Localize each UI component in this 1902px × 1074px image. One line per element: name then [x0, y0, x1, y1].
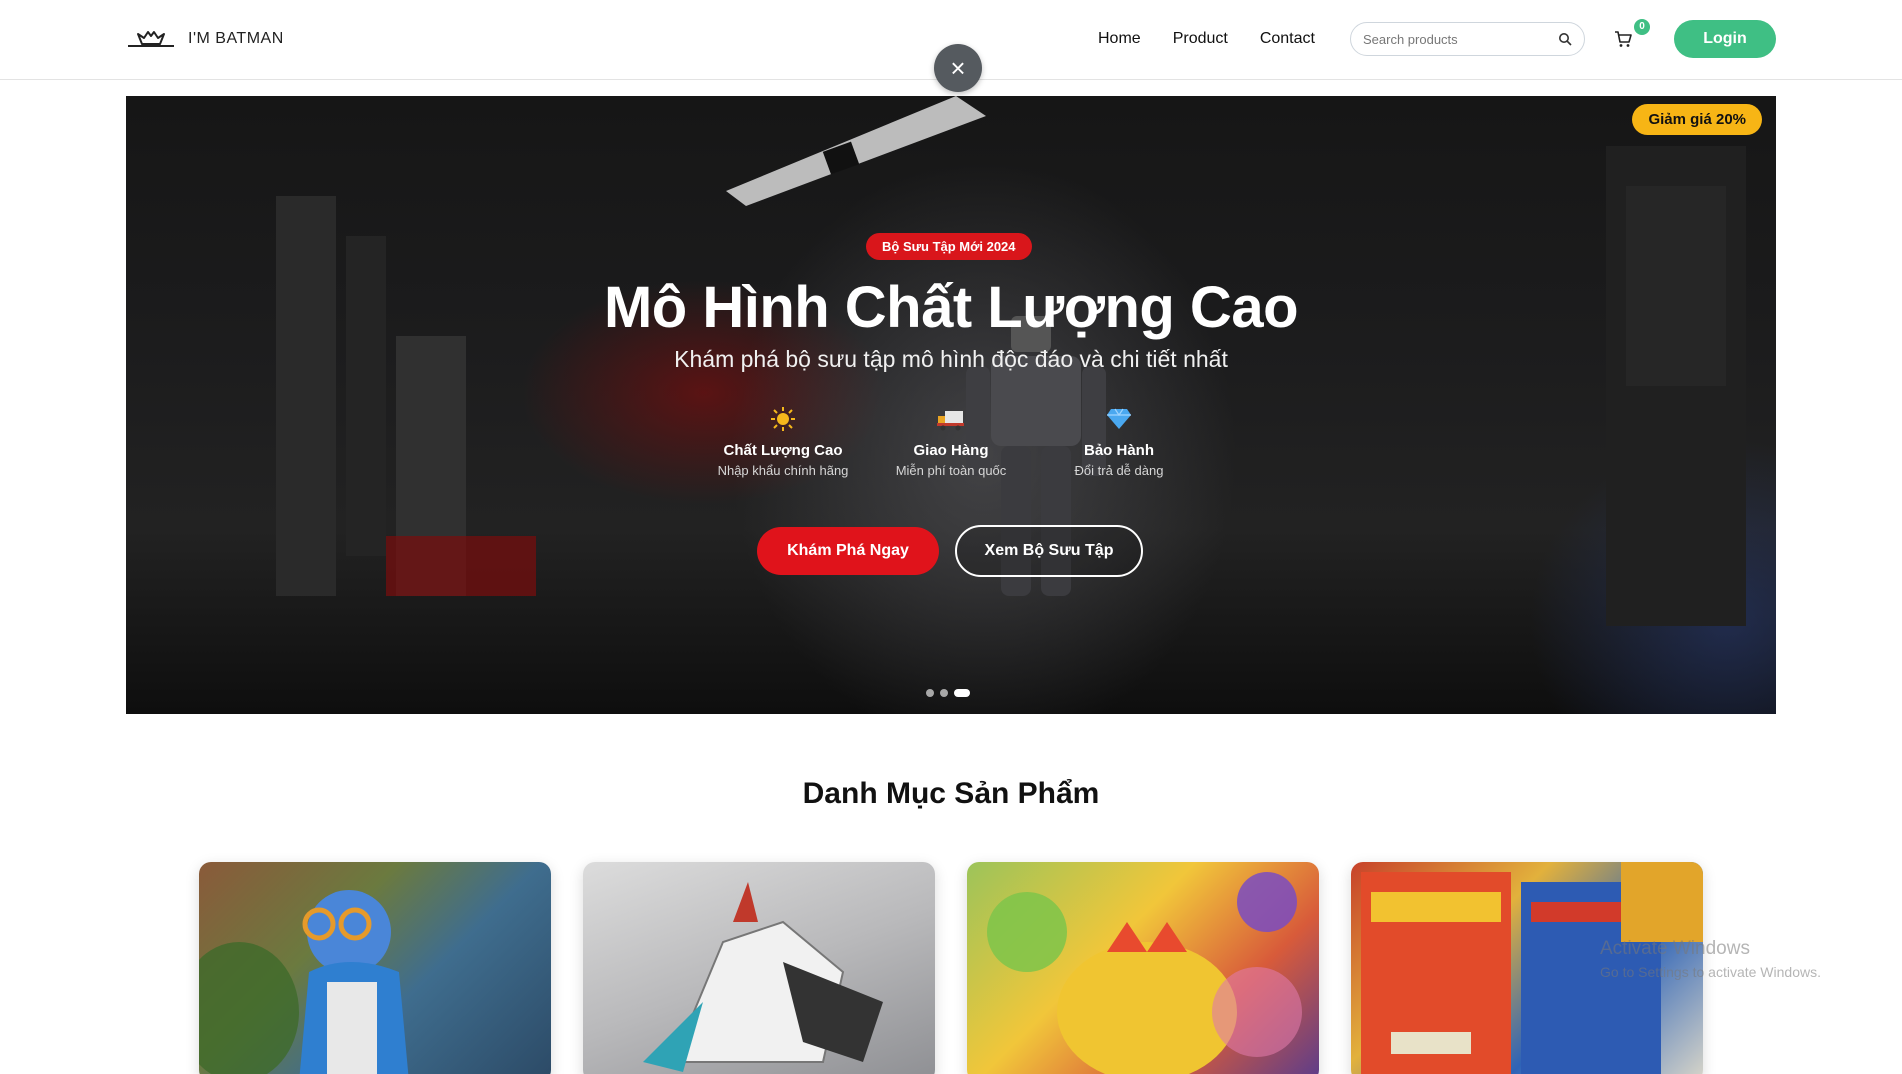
cart-count-badge: 0: [1634, 19, 1650, 35]
discount-badge: Giảm giá 20%: [1632, 104, 1762, 135]
hero-banner: Giảm giá 20% Bộ Sưu Tập Mới 2024 Mô Hình…: [126, 96, 1776, 714]
view-collection-button[interactable]: Xem Bộ Sưu Tập: [955, 525, 1143, 577]
close-icon[interactable]: ×: [934, 44, 982, 92]
slide-dot-active[interactable]: [954, 689, 970, 697]
diamond-icon: [1107, 408, 1131, 429]
collection-pill: Bộ Sưu Tập Mới 2024: [866, 233, 1032, 260]
category-card[interactable]: [199, 862, 551, 1074]
feature-warranty: Bảo Hành Đổi trả dễ dàng: [1049, 402, 1189, 478]
feature-desc: Đổi trả dễ dàng: [1074, 463, 1164, 478]
categories-title: Danh Mục Sản Phẩm: [802, 777, 1100, 810]
main-nav: Home Product Contact: [1098, 30, 1315, 48]
hero-title: Mô Hình Chất Lượng Cao: [603, 275, 1299, 340]
feature-title: Giao Hàng: [913, 442, 989, 459]
nav-product-link[interactable]: Product: [1173, 30, 1228, 48]
cart-icon[interactable]: [1614, 30, 1632, 48]
category-card[interactable]: [583, 862, 935, 1074]
feature-delivery: Giao Hàng Miễn phí toàn quốc: [881, 402, 1021, 478]
feature-title: Chất Lượng Cao: [723, 442, 843, 459]
category-card[interactable]: [967, 862, 1319, 1074]
feature-desc: Nhập khẩu chính hãng: [717, 463, 849, 478]
delivery-truck-icon: [937, 411, 964, 431]
brand-name: I'M BATMAN: [188, 30, 284, 47]
hero-features: Chất Lượng Cao Nhập khẩu chính hãng Giao…: [126, 402, 1776, 478]
toy-figures-photo: [987, 872, 1302, 1074]
feature-desc: Miễn phí toàn quốc: [895, 463, 1007, 478]
feature-quality: Chất Lượng Cao Nhập khẩu chính hãng: [713, 402, 853, 478]
windows-activation-hint: Go to Settings to activate Windows.: [1600, 964, 1821, 980]
nav-contact-link[interactable]: Contact: [1260, 30, 1315, 48]
slide-dot[interactable]: [940, 689, 948, 697]
bat-logo-icon: [128, 31, 174, 47]
nav-home-link[interactable]: Home: [1098, 30, 1141, 48]
windows-activation-watermark: Activate Windows: [1600, 938, 1750, 959]
hero-subtitle: Khám phá bộ sưu tập mô hình độc đáo và c…: [674, 346, 1228, 372]
explore-now-button[interactable]: Khám Phá Ngay: [757, 527, 939, 575]
login-button[interactable]: Login: [1674, 20, 1776, 58]
feature-title: Bảo Hành: [1083, 442, 1154, 459]
sun-icon: [771, 407, 795, 431]
search-input[interactable]: Search products: [1350, 22, 1585, 56]
mecha-model-photo: [643, 882, 883, 1072]
anime-figure-photo: [199, 890, 409, 1074]
brand-logo[interactable]: I'M BATMAN: [126, 26, 284, 52]
search-icon[interactable]: [1558, 32, 1572, 46]
slide-indicators: [926, 689, 970, 697]
hero-lamp-decor: [726, 96, 986, 206]
hero-right-decor: [1606, 146, 1746, 626]
slide-dot[interactable]: [926, 689, 934, 697]
search-placeholder: Search products: [1363, 31, 1458, 47]
